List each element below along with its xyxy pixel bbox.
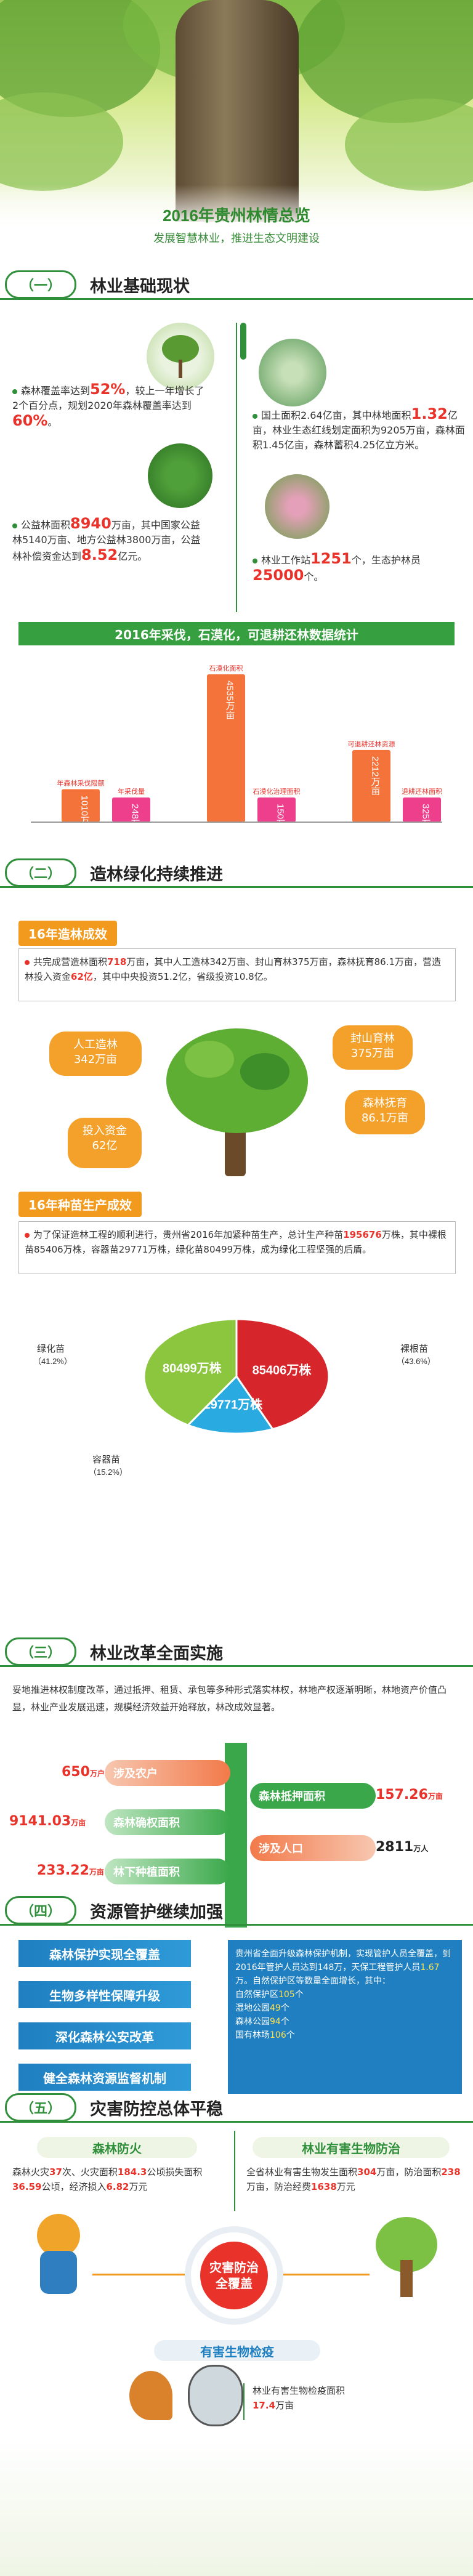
section-title: 造林绿化持续推进 (90, 865, 223, 884)
population-pill: 涉及人口 (250, 1835, 376, 1861)
bar-value-label: 2212万亩 (370, 756, 381, 796)
mortgage-value: 157.26万亩 (376, 1787, 443, 1803)
page-subtitle: 发展智慧林业，推进生态文明建设 (153, 232, 320, 244)
afforestation-text: 共完成营造林面积718万亩，其中人工造林342万亩、封山育林375万亩，森林抚育… (25, 956, 441, 982)
cloud-artificial: 人工造林 342万亩 (49, 1032, 142, 1076)
pie-legend-name: 裸根苗 (400, 1344, 428, 1354)
section-header: （二） 造林绿化持续推进 (5, 858, 223, 887)
pest-title: 林业有害生物防治 (253, 2137, 450, 2158)
bar-chart: 1010万m3 年森林采伐限额 248万m3 年采伐量 4535万亩 石漠化面积 150万亩… (31, 664, 442, 838)
mortgage-pill: 森林抵押面积 (250, 1783, 376, 1809)
bar-category-label: 石漠化面积 (209, 664, 243, 672)
section-number: （一） (5, 270, 76, 299)
list-item: 深化森林公安改革 (18, 2022, 191, 2049)
coverage-text: 森林覆盖率达到52%，较上一年增长了2个百分点，规划2020年森林覆盖率达到60… (12, 381, 204, 429)
quarantine-leaf-image (129, 2371, 172, 2420)
bar-category-label: 年森林采伐限额 (57, 779, 105, 788)
reform-text: 妥地推进林权制度改革，通过抵押、租赁、承包等多种形式落实林权，林地产权逐渐明晰，… (12, 1684, 447, 1713)
fire-title: 森林防火 (37, 2137, 197, 2158)
planting-value: 233.22万亩 (37, 1863, 104, 1878)
seedling-tag: 16年种苗生产成效 (18, 1192, 142, 1217)
bar-category-label: 可退耕还林资源 (348, 740, 395, 748)
pie-legend-pct: （43.6%） (397, 1357, 435, 1366)
section-title: 林业基础现状 (90, 277, 190, 296)
section-header: （一） 林业基础现状 (5, 270, 190, 299)
bar-value-label: 4535万亩 (225, 680, 235, 720)
bar-category-label: 年采伐量 (118, 787, 145, 796)
fire-mascot-image (25, 2214, 92, 2300)
pie-value-label: 80499万株 (163, 1361, 222, 1375)
list-item: 生物多样性保障升级 (18, 1981, 191, 2008)
public-forest-text: 公益林面积8940万亩，其中国家公益林5140万亩、地方公益林3800万亩，公益… (12, 515, 201, 563)
section-header: （三） 林业改革全面实施 (5, 1637, 223, 1666)
planting-pill: 林下种植面积 (105, 1859, 230, 1884)
pie-legend-name: 容器苗 (92, 1455, 120, 1465)
center-circle: 灾害防治全覆盖 (185, 2226, 283, 2325)
quarantine-text: 林业有害生物检疫面积17.4万亩 (253, 2385, 346, 2411)
seedling-text: 为了保证造林工程的顺利进行，贵州省2016年加紧种苗生产，总计生产种苗19567… (25, 1229, 447, 1255)
flower-photo (265, 474, 329, 539)
chart-title: 2016年采伐，石漠化，可退耕还林数据统计 (18, 622, 455, 645)
fire-text: 森林火灾37次、火灾面积184.3公顷损失面积36.59公顷，经济损入6.82万… (12, 2166, 203, 2192)
bar-category-label: 退耕还林面积 (402, 787, 442, 796)
infographic-page: 2016年贵州林情总览 发展智慧林业，推进生态文明建设 （一） 林业基础现状 森… (0, 0, 473, 2576)
pie-legend-pct: （41.2%） (33, 1357, 72, 1366)
center-label: 灾害防治全覆盖 (200, 2242, 268, 2309)
section-afforestation: （二） 造林绿化持续推进 16年造林成效 共完成营造林面积718万亩，其中人工造… (0, 858, 473, 1629)
pie-legend-pct: （15.2%） (89, 1468, 127, 1477)
section-title: 林业改革全面实施 (90, 1644, 223, 1663)
section-title: 资源管护继续加强 (90, 1902, 223, 1921)
cloud-mountain: 封山育林 375万亩 (333, 1025, 413, 1070)
page-title: 2016年贵州林情总览 (163, 206, 310, 225)
quarantine-title: 有害生物检疫 (154, 2340, 320, 2361)
section-forestry-status: （一） 林业基础现状 森林覆盖率达到52%，较上一年增长了2个百分点，规划202… (0, 270, 473, 844)
households-value: 650万户 (62, 1764, 105, 1780)
forest-photo (148, 443, 212, 508)
pest-text: 全省林业有害生物发生面积304万亩，防治面积238万亩，防治经费1638万元 (246, 2166, 461, 2192)
list-item: 森林保护实现全覆盖 (18, 1940, 191, 1967)
pie-chart: 85406万株29771万株80499万株绿化苗（41.2%）裸根苗（43.6%… (33, 1318, 435, 1477)
list-item: 健全森林资源监督机制 (18, 2064, 191, 2091)
confirmed-value: 9141.03万亩 (9, 1814, 86, 1829)
bar-value-label: 325万亩 (421, 804, 431, 838)
section-number: （五） (5, 2093, 76, 2122)
households-pill: 涉及农户 (105, 1760, 230, 1786)
section-header: （四） 资源管护继续加强 (5, 1896, 223, 1924)
section-disaster-control: （五） 灾害防控总体平稳 森林防火 森林火灾37次、火灾面积184.3公顷损失面… (0, 2093, 473, 2576)
protection-box: 贵州省全面升级森林保护机制，实现管护人员全覆盖，到2016年管护人员达到148万… (228, 1940, 462, 2094)
section-title: 灾害防控总体平稳 (90, 2099, 223, 2118)
section-number: （三） (5, 1637, 76, 1666)
confirmed-pill: 森林确权面积 (105, 1809, 230, 1835)
section-number: （四） (5, 1896, 76, 1924)
cloud-investment: 投入资金 62亿 (68, 1118, 142, 1168)
land-area-text: 国土面积2.64亿亩，其中林地面积1.32亿亩，林业生态红线划定面积为9205万… (253, 405, 465, 451)
cloud-tending: 森林抚育 86.1万亩 (345, 1090, 425, 1134)
bar-value-label: 1010万m3 (79, 796, 90, 838)
mountain-photo (259, 339, 326, 406)
bar-value-label: 248万m3 (130, 804, 140, 838)
pie-value-label: 85406万株 (253, 1363, 312, 1378)
pest-mascot-image (370, 2217, 443, 2297)
bar-value-label: 150万亩 (275, 804, 286, 838)
forest-station-text: 林业工作站1251个，生态护林员25000个。 (253, 550, 421, 584)
bar-category-label: 石漠化治理面积 (253, 787, 301, 796)
microscope-image (188, 2365, 243, 2426)
section-header: （五） 灾害防控总体平稳 (5, 2093, 223, 2122)
tree-illustration (154, 1016, 320, 1176)
tree-photo (147, 323, 214, 390)
afforestation-tag: 16年造林成效 (18, 921, 117, 946)
hero-banner: 2016年贵州林情总览 发展智慧林业，推进生态文明建设 (0, 0, 473, 246)
pie-legend-name: 绿化苗 (37, 1344, 65, 1354)
population-value: 2811万人 (376, 1839, 429, 1855)
section-number: （二） (5, 858, 76, 887)
